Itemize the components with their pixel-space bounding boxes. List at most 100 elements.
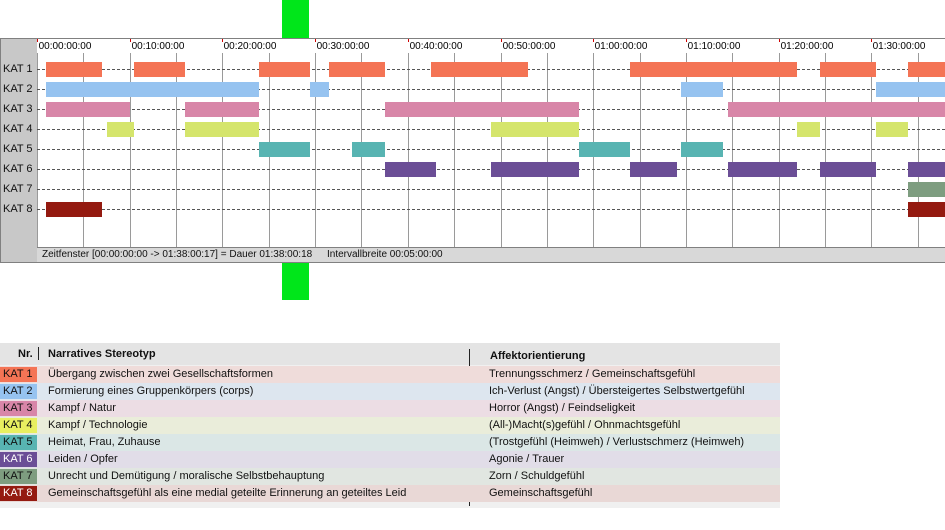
header-affekt: Affektorientierung <box>490 350 586 362</box>
category-segment[interactable] <box>46 62 102 77</box>
affekt-text: Gemeinschaftsgefühl <box>489 487 593 499</box>
header-nr: Nr. <box>18 348 33 360</box>
legend-row: KAT 7 Unrecht und Demütigung / moralische… <box>0 468 780 485</box>
playhead-marker-bottom[interactable] <box>282 263 309 300</box>
gridline <box>454 53 455 247</box>
legend-row: KAT 5 Heimat, Frau, Zuhause (Trostgefühl (… <box>0 434 780 451</box>
category-badge: KAT 5 <box>0 435 37 450</box>
gridline <box>37 53 38 247</box>
category-legend-table: Nr. Narratives Stereotyp Affektorientier… <box>0 343 780 508</box>
timeline-status-bar: Zeitfenster [00:00:00:00 -> 01:38:00:17]… <box>37 247 945 262</box>
category-segment[interactable] <box>630 162 677 177</box>
tick-label: 00:10:00:00 <box>131 41 185 52</box>
category-segment[interactable] <box>107 122 134 137</box>
category-segment[interactable] <box>431 62 528 77</box>
category-labels-column: KAT 1 KAT 2 KAT 3 KAT 4 KAT 5 KAT 6 KAT 7 KAT 8 <box>1 39 37 262</box>
category-segment[interactable] <box>491 122 579 137</box>
header-stereotyp: Narratives Stereotyp <box>48 348 156 360</box>
category-segment[interactable] <box>797 122 820 137</box>
affekt-text: Ich-Verlust (Angst) / Übersteigertes Sel… <box>489 385 745 397</box>
category-segment[interactable] <box>329 62 385 77</box>
category-label: KAT 8 <box>3 203 33 215</box>
category-segment[interactable] <box>908 182 945 197</box>
tick-label: 00:40:00:00 <box>409 41 463 52</box>
category-segment[interactable] <box>728 162 797 177</box>
category-segment[interactable] <box>728 102 945 117</box>
category-segment[interactable] <box>352 142 385 157</box>
timeline-plot[interactable]: 00:00:00:00 00:10:00:00 00:20:00:00 00:30:0… <box>37 39 945 247</box>
category-label: KAT 3 <box>3 103 33 115</box>
category-label: KAT 7 <box>3 183 33 195</box>
category-segment[interactable] <box>385 162 436 177</box>
category-segment[interactable] <box>310 82 329 97</box>
time-window-text: Zeitfenster [00:00:00:00 -> 01:38:00:17]… <box>42 249 313 260</box>
category-segment[interactable] <box>908 162 945 177</box>
category-segment[interactable] <box>820 62 876 77</box>
category-segment[interactable] <box>46 82 259 97</box>
category-segment[interactable] <box>908 202 945 217</box>
tick-label: 00:50:00:00 <box>502 41 556 52</box>
category-label: KAT 6 <box>3 163 33 175</box>
tick-label: 01:30:00:00 <box>872 41 926 52</box>
category-segment[interactable] <box>681 82 723 97</box>
tick-label: 01:20:00:00 <box>780 41 834 52</box>
affekt-text: Zorn / Schuldgefühl <box>489 470 585 482</box>
stereotyp-text: Gemeinschaftsgefühl als eine medial gete… <box>48 487 407 499</box>
stereotyp-text: Kampf / Technologie <box>48 419 148 431</box>
category-segment[interactable] <box>820 162 876 177</box>
category-segment[interactable] <box>630 62 797 77</box>
category-badge: KAT 7 <box>0 469 37 484</box>
category-segment[interactable] <box>46 102 130 117</box>
category-segment[interactable] <box>876 122 908 137</box>
category-segment[interactable] <box>876 82 945 97</box>
category-label: KAT 1 <box>3 63 33 75</box>
playhead-marker-top[interactable] <box>282 0 309 39</box>
category-segment[interactable] <box>579 142 630 157</box>
tick-label: 00:30:00:00 <box>316 41 370 52</box>
category-segment[interactable] <box>185 122 259 137</box>
stereotyp-text: Formierung eines Gruppenkörpers (corps) <box>48 385 254 397</box>
category-baseline <box>37 149 945 150</box>
tick-label: 00:20:00:00 <box>223 41 277 52</box>
category-label: KAT 5 <box>3 143 33 155</box>
category-segment[interactable] <box>134 62 185 77</box>
category-segment[interactable] <box>491 162 579 177</box>
gridline <box>501 53 502 247</box>
interval-width-text: Intervallbreite 00:05:00:00 <box>326 249 443 260</box>
tick-label: 00:00:00:00 <box>38 41 92 52</box>
category-segment[interactable] <box>908 62 945 77</box>
category-badge: KAT 6 <box>0 452 37 467</box>
category-badge: KAT 2 <box>0 384 37 399</box>
tick-label: 01:10:00:00 <box>687 41 741 52</box>
gridline <box>732 53 733 247</box>
category-badge: KAT 1 <box>0 367 37 382</box>
stereotyp-text: Heimat, Frau, Zuhause <box>48 436 161 448</box>
stereotyp-text: Übergang zwischen zwei Gesellschaftsform… <box>48 368 273 380</box>
gridline <box>779 53 780 247</box>
category-segment[interactable] <box>385 102 579 117</box>
gridline <box>825 53 826 247</box>
stereotyp-text: Leiden / Opfer <box>48 453 118 465</box>
category-label: KAT 2 <box>3 83 33 95</box>
legend-row: KAT 4 Kampf / Technologie (All-)Macht(s)ge… <box>0 417 780 434</box>
gridline <box>871 53 872 247</box>
category-badge: KAT 3 <box>0 401 37 416</box>
category-segment[interactable] <box>681 142 723 157</box>
legend-row: KAT 2 Formierung eines Gruppenkörpers (co… <box>0 383 780 400</box>
affekt-text: (Trostgefühl (Heimweh) / Verlustschmerz … <box>489 436 745 448</box>
stereotyp-text: Unrecht und Demütigung / moralische Selb… <box>48 470 325 482</box>
header-separator <box>38 347 39 360</box>
category-segment[interactable] <box>46 202 102 217</box>
category-segment[interactable] <box>259 62 310 77</box>
category-segment[interactable] <box>259 142 310 157</box>
affekt-text: Trennungsschmerz / Gemeinschaftsgefühl <box>489 368 696 380</box>
legend-row: KAT 3 Kampf / Natur Horror (Angst) / Feind… <box>0 400 780 417</box>
gridline <box>547 53 548 247</box>
category-label: KAT 4 <box>3 123 33 135</box>
affekt-text: Horror (Angst) / Feindseligkeit <box>489 402 636 414</box>
category-badge: KAT 4 <box>0 418 37 433</box>
category-baseline <box>37 209 945 210</box>
legend-row: KAT 1 Übergang zwischen zwei Gesellschaft… <box>0 366 780 383</box>
gridline <box>408 53 409 247</box>
category-segment[interactable] <box>185 102 259 117</box>
